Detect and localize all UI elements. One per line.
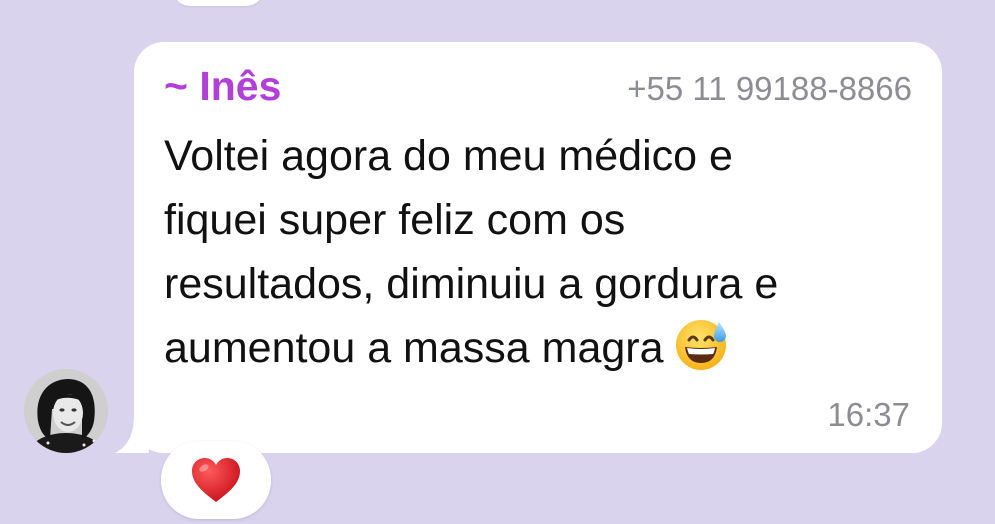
message-line-last: aumentou a massa magra <box>164 316 924 380</box>
previous-reaction-bubble[interactable] <box>172 0 264 6</box>
message-line: Voltei agora do meu médico e <box>164 132 733 180</box>
message-line-text: aumentou a massa magra <box>164 324 664 372</box>
avatar[interactable] <box>24 369 108 453</box>
avatar-photo <box>24 369 108 453</box>
message-timestamp: 16:37 <box>827 396 910 433</box>
message-line: fiquei super feliz com os <box>164 196 626 244</box>
reaction-badge[interactable] <box>161 441 271 519</box>
sender-phone: +55 11 99188-8866 <box>627 70 912 107</box>
message-text: Voltei agora do meu médico e fiquei supe… <box>164 124 924 380</box>
message-line: resultados, diminuiu a gordura e <box>164 260 779 308</box>
grinning-face-with-sweat-icon <box>674 316 730 372</box>
red-heart-icon <box>192 458 240 502</box>
sender-name[interactable]: ~ Inês <box>164 64 281 108</box>
